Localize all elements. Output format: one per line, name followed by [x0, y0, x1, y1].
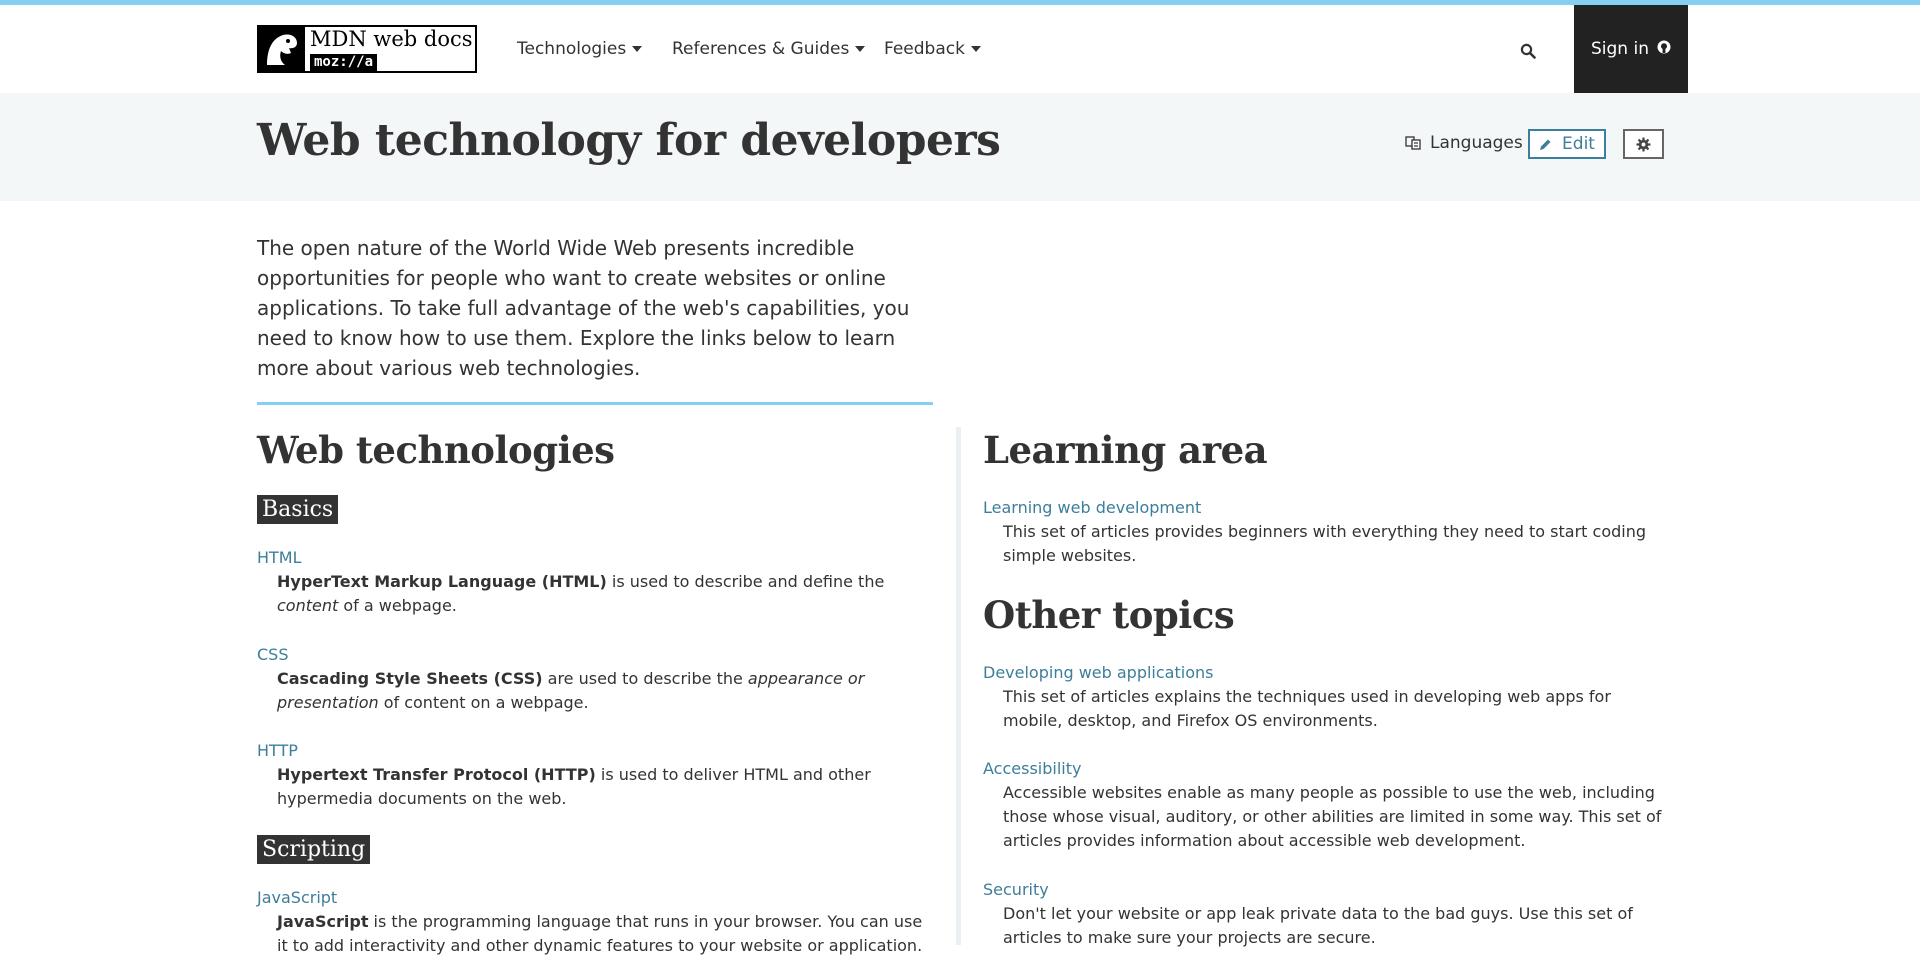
github-icon [1657, 39, 1671, 59]
link-developing-web-applications[interactable]: Developing web applications [983, 663, 1213, 683]
html-description: HyperText Markup Language (HTML) is used… [277, 570, 927, 618]
search-icon[interactable] [1520, 43, 1536, 59]
caret-down-icon [970, 46, 981, 52]
page-title-band: Web technology for developers Languages … [0, 93, 1920, 201]
languages-label: Languages [1430, 133, 1523, 153]
accessibility-description: Accessible websites enable as many peopl… [1003, 783, 1662, 850]
security-description: Don't let your website or app leak priva… [1003, 904, 1633, 947]
nav-feedback-label: Feedback [884, 39, 965, 59]
nav-technologies[interactable]: Technologies [517, 5, 643, 93]
settings-button[interactable] [1623, 129, 1664, 159]
nav-technologies-label: Technologies [517, 39, 627, 59]
link-javascript[interactable]: JavaScript [257, 888, 337, 908]
caret-down-icon [632, 46, 643, 52]
languages-icon [1405, 136, 1421, 150]
http-description: Hypertext Transfer Protocol (HTTP) is us… [277, 763, 927, 811]
css-desc-pre: are used to describe the [542, 669, 748, 688]
http-strong: Hypertext Transfer Protocol (HTTP) [277, 765, 596, 784]
pencil-icon [1540, 139, 1551, 150]
css-description: Cascading Style Sheets (CSS) are used to… [277, 667, 927, 715]
sign-in-label: Sign in [1591, 39, 1649, 59]
developing-web-applications-description: This set of articles explains the techni… [1003, 687, 1611, 730]
languages-button[interactable]: Languages [1405, 133, 1523, 153]
javascript-desc-post: is the programming language that runs in… [277, 912, 923, 955]
javascript-strong: JavaScript [277, 912, 369, 931]
learning-area-heading: Learning area [983, 428, 1268, 472]
web-technologies-heading: Web technologies [257, 428, 615, 472]
html-desc-em: content [277, 596, 339, 615]
html-desc-pre: is used to describe and define the [606, 572, 885, 591]
link-http[interactable]: HTTP [257, 741, 298, 761]
logo-title: MDN web docs [310, 27, 473, 51]
mdn-logo[interactable]: MDN web docs moz://a [257, 25, 477, 73]
html-desc-post: of a webpage. [338, 596, 457, 615]
sign-in-button[interactable]: Sign in [1574, 5, 1688, 93]
nav-feedback[interactable]: Feedback [884, 5, 981, 93]
learning-description: This set of articles provides beginners … [1003, 522, 1647, 565]
column-divider [956, 427, 961, 945]
gear-icon [1636, 136, 1651, 152]
nav-references-guides-label: References & Guides [672, 39, 850, 59]
logo-wordmark: MDN web docs moz://a [305, 27, 475, 71]
intro-paragraph: The open nature of the World Wide Web pr… [257, 236, 910, 380]
other-topics-heading: Other topics [983, 593, 1235, 637]
css-strong: Cascading Style Sheets (CSS) [277, 669, 543, 688]
javascript-description: JavaScript is the programming language t… [277, 910, 927, 958]
site-header: MDN web docs moz://a Technologies Refere… [0, 5, 1920, 93]
edit-button[interactable]: Edit [1528, 129, 1606, 159]
scripting-heading: Scripting [257, 835, 371, 864]
link-security[interactable]: Security [983, 880, 1049, 900]
nav-references-guides[interactable]: References & Guides [672, 5, 866, 93]
page-title: Web technology for developers [257, 115, 1001, 166]
link-accessibility[interactable]: Accessibility [983, 759, 1081, 779]
logo-subtitle: moz://a [310, 54, 378, 71]
mdn-logo-icon [257, 25, 305, 73]
edit-label: Edit [1562, 134, 1595, 154]
html-strong: HyperText Markup Language (HTML) [277, 572, 607, 591]
css-desc-post: of content on a webpage. [378, 693, 589, 712]
basics-heading: Basics [257, 495, 339, 524]
link-css[interactable]: CSS [257, 645, 288, 665]
caret-down-icon [855, 46, 866, 52]
intro-divider [257, 402, 933, 405]
link-learning-web-development[interactable]: Learning web development [983, 498, 1201, 518]
link-html[interactable]: HTML [257, 548, 302, 568]
